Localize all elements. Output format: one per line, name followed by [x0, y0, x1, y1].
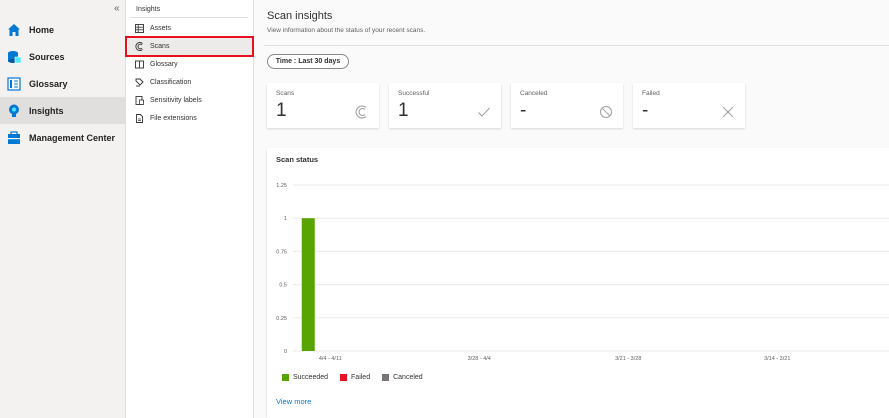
- scan-status-chart: 1.25 1 0.75 0.5 0.25 0 4/4 - 4/11 3/28 - 4/4 3/2…: [276, 183, 889, 362]
- checkmark-icon: [477, 105, 491, 119]
- legend-item-canceled[interactable]: Canceled: [382, 374, 423, 381]
- y-tick-label: 0.25: [276, 316, 287, 322]
- x-tick-label: 4/4 - 4/11: [319, 356, 342, 362]
- subnav-item-label: Sensitivity labels: [150, 97, 202, 104]
- view-more-link[interactable]: View more: [276, 397, 311, 406]
- chart-legend: Succeeded Failed Canceled: [282, 374, 435, 381]
- failed-count-card: Failed -: [633, 83, 745, 128]
- left-navigation: « Home Sources Glossary Insights Managem…: [0, 0, 126, 418]
- nav-item-home[interactable]: Home: [0, 16, 125, 43]
- nav-item-management-center[interactable]: Management Center: [0, 124, 125, 151]
- glossary-book-icon: [135, 60, 144, 69]
- y-tick-label: 1: [284, 216, 287, 222]
- subnav-item-glossary[interactable]: Glossary: [128, 56, 252, 73]
- x-tick-label: 3/21 - 3/28: [615, 356, 641, 362]
- collapse-nav-button[interactable]: «: [114, 3, 120, 14]
- scans-highlight-box: [125, 36, 254, 57]
- management-center-icon: [7, 130, 21, 145]
- scans-count-card: Scans 1: [267, 83, 379, 128]
- legend-swatch: [282, 374, 289, 381]
- subnav-item-sensitivity-labels[interactable]: Sensitivity labels: [128, 92, 252, 109]
- card-value: 1: [276, 100, 287, 121]
- page-title: Scan insights: [267, 10, 333, 22]
- legend-swatch: [340, 374, 348, 381]
- legend-label: Failed: [351, 374, 371, 381]
- scan-status-chart-card: Scan status 1.25 1 0.75 0.5 0.25 0 4/4 - 4/11 3…: [267, 148, 889, 418]
- assets-icon: [135, 24, 144, 33]
- subnav-item-classification[interactable]: Classification: [128, 74, 252, 91]
- insights-subnavigation: Insights Assets Scans Glossary Classific…: [126, 0, 254, 418]
- insights-icon: [7, 104, 21, 118]
- main-content: Scan insights View information about the…: [254, 0, 889, 418]
- blocked-icon: [599, 105, 613, 119]
- subnav-item-label: File extensions: [150, 115, 197, 122]
- card-label: Scans: [276, 90, 295, 97]
- y-tick-label: 0.75: [276, 249, 287, 255]
- canceled-count-card: Canceled -: [511, 83, 623, 128]
- sources-icon: [7, 50, 22, 64]
- time-filter-button[interactable]: Time : Last 30 days: [267, 54, 349, 69]
- y-tick-label: 0.5: [279, 283, 287, 289]
- legend-swatch: [382, 374, 390, 381]
- card-value: -: [520, 100, 527, 121]
- close-icon: [721, 105, 735, 119]
- card-label: Canceled: [520, 90, 548, 97]
- divider: [130, 17, 248, 18]
- subnav-item-label: Glossary: [150, 61, 178, 68]
- nav-item-insights[interactable]: Insights: [0, 97, 125, 124]
- card-value: 1: [398, 100, 409, 121]
- y-tick-label: 0: [284, 349, 287, 355]
- subnav-item-label: Classification: [150, 79, 192, 86]
- x-tick-label: 3/28 - 4/4: [468, 356, 491, 362]
- classification-icon: [135, 78, 144, 87]
- subnav-item-label: Assets: [150, 25, 172, 32]
- nav-item-label: Insights: [29, 105, 64, 116]
- x-tick-label: 3/14 - 3/21: [764, 356, 790, 362]
- legend-item-succeeded[interactable]: Succeeded: [282, 374, 328, 381]
- nav-item-sources[interactable]: Sources: [0, 43, 125, 70]
- card-label: Failed: [642, 90, 660, 97]
- sensitivity-labels-icon: [135, 96, 144, 105]
- y-tick-label: 1.25: [276, 183, 287, 189]
- subnav-item-file-extensions[interactable]: File extensions: [128, 110, 252, 127]
- nav-item-label: Glossary: [29, 78, 68, 89]
- legend-label: Succeeded: [293, 374, 329, 381]
- subnav-item-assets[interactable]: Assets: [128, 20, 252, 37]
- bar-succeeded[interactable]: [301, 218, 315, 351]
- nav-item-glossary[interactable]: Glossary: [0, 70, 125, 97]
- subnav-header: Insights: [136, 6, 161, 13]
- card-label: Successful: [398, 90, 430, 97]
- card-value: -: [642, 100, 649, 121]
- scan-icon: [355, 105, 369, 119]
- file-extensions-icon: [135, 114, 144, 123]
- home-icon: [7, 23, 21, 37]
- glossary-icon: [7, 76, 21, 91]
- divider: [264, 45, 889, 46]
- legend-item-failed[interactable]: Failed: [340, 374, 370, 381]
- nav-item-label: Sources: [29, 51, 65, 62]
- nav-item-label: Management Center: [29, 132, 116, 143]
- nav-item-label: Home: [29, 24, 55, 35]
- successful-count-card: Successful 1: [389, 83, 501, 128]
- legend-label: Canceled: [393, 374, 423, 381]
- page-subtitle: View information about the status of you…: [267, 27, 426, 34]
